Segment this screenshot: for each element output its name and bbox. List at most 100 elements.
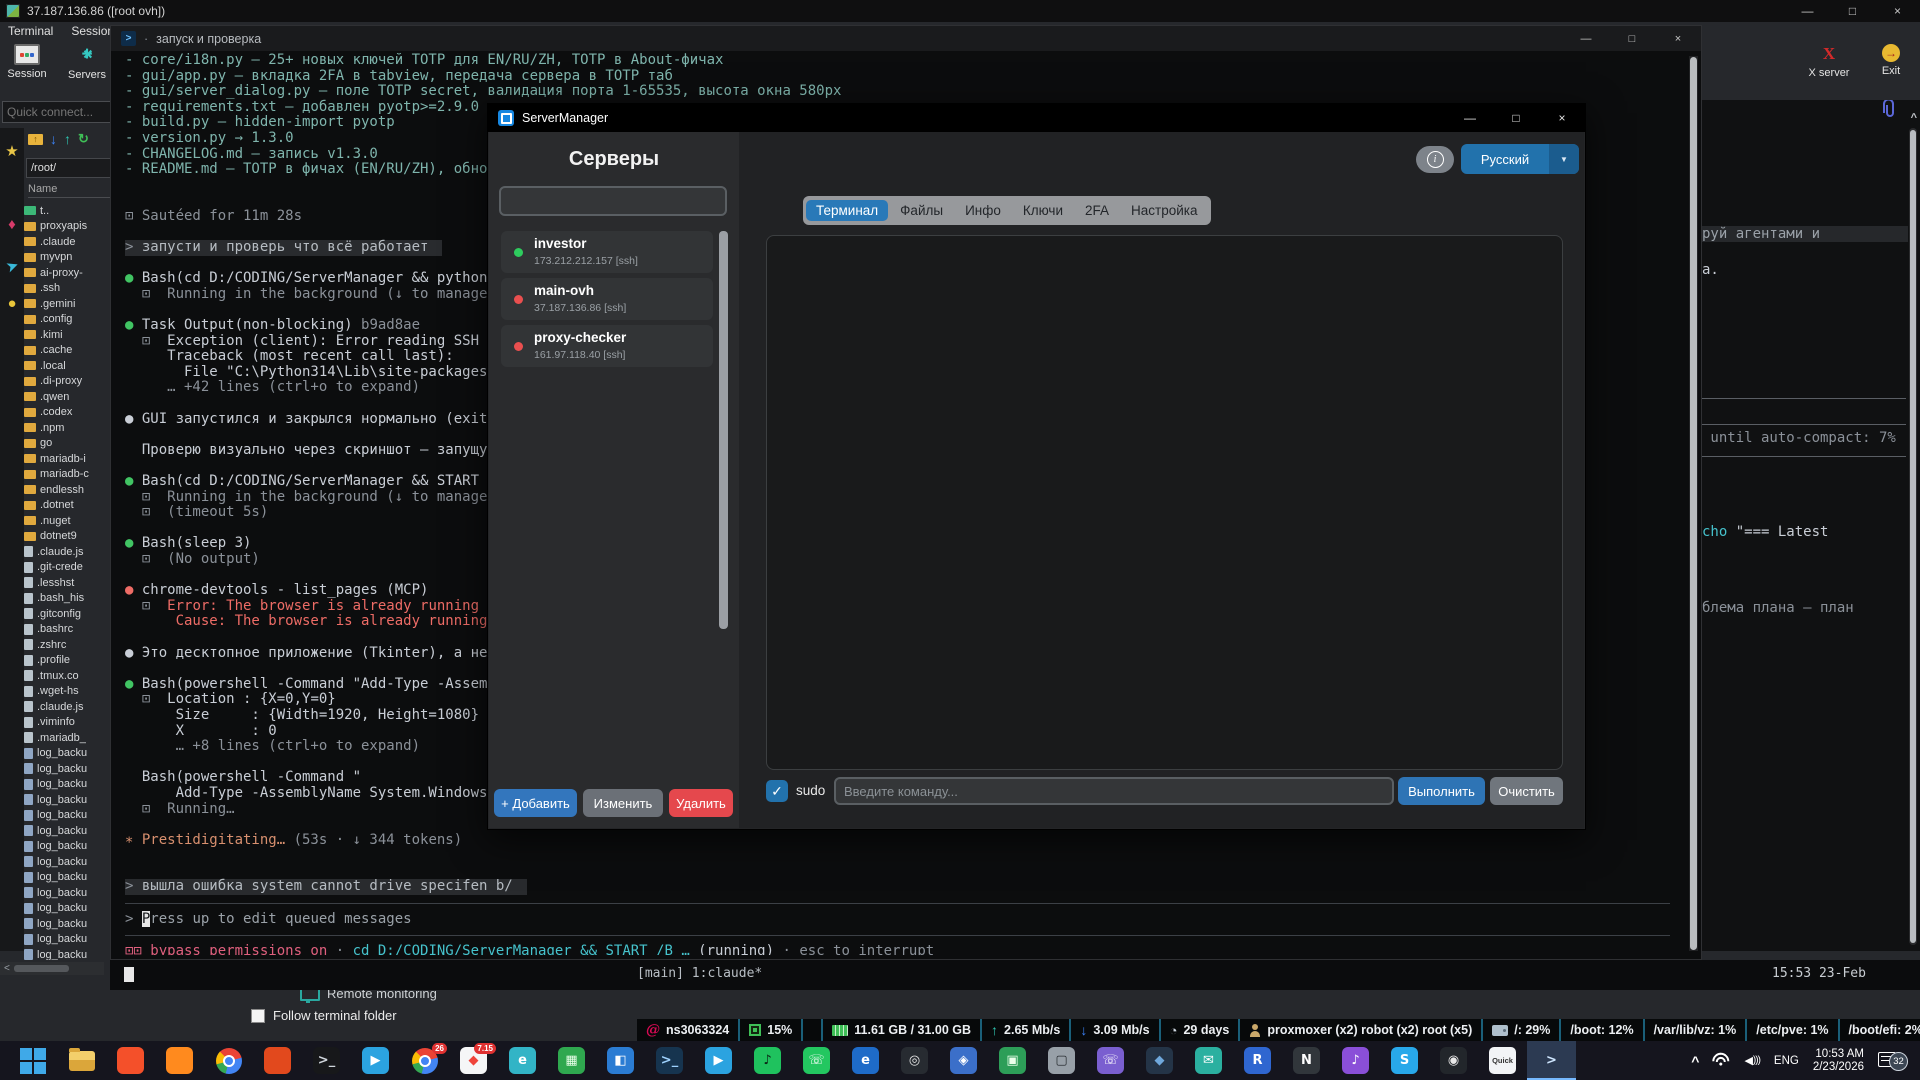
file-row[interactable]: .viminfo xyxy=(24,715,120,731)
taskbar-icon-viber[interactable]: ☏ xyxy=(1086,1041,1135,1080)
file-row[interactable]: .codex xyxy=(24,405,120,421)
tray-clock[interactable]: 10:53 AM 2/23/2026 xyxy=(1813,1048,1864,1074)
star-icon[interactable]: ★ xyxy=(5,142,18,160)
file-row[interactable]: .bash_his xyxy=(24,591,120,607)
refresh-icon[interactable]: ↻ xyxy=(78,131,89,147)
file-row[interactable]: log_backu xyxy=(24,823,120,839)
file-row[interactable]: .cache xyxy=(24,343,120,359)
maximize-icon[interactable]: □ xyxy=(1493,104,1539,132)
file-row[interactable]: log_backu xyxy=(24,916,120,932)
file-row[interactable]: .gitconfig xyxy=(24,606,120,622)
exit-button[interactable]: → Exit xyxy=(1866,44,1916,79)
maximize-icon[interactable]: □ xyxy=(1830,0,1875,22)
file-row[interactable]: .qwen xyxy=(24,389,120,405)
minimize-icon[interactable]: — xyxy=(1785,0,1830,22)
speaker-icon[interactable]: ◀))) xyxy=(1744,1054,1759,1067)
file-row[interactable]: .npm xyxy=(24,420,120,436)
servermanager-titlebar[interactable]: ServerManager xyxy=(488,104,1585,132)
taskbar-icon-meet[interactable]: ▣ xyxy=(988,1041,1037,1080)
server-search-input[interactable] xyxy=(499,186,727,216)
taskbar-icon-brave[interactable] xyxy=(106,1041,155,1080)
follow-terminal-folder-checkbox[interactable]: Follow terminal folder xyxy=(251,1008,397,1023)
minimize-icon[interactable]: — xyxy=(1563,26,1609,51)
close-icon[interactable]: × xyxy=(1539,104,1585,132)
file-row[interactable]: .bashrc xyxy=(24,622,120,638)
file-row[interactable]: log_backu xyxy=(24,932,120,948)
terminal-scrollbar[interactable] xyxy=(1689,56,1698,951)
file-row[interactable]: .local xyxy=(24,358,120,374)
sudo-checkbox[interactable]: ✓ xyxy=(766,780,788,802)
file-row[interactable]: log_backu xyxy=(24,854,120,870)
server-list-scrollbar[interactable] xyxy=(719,231,728,629)
terminal-scrollbar-right[interactable] xyxy=(1909,128,1917,945)
sidebar-hscrollbar[interactable]: < xyxy=(0,962,104,975)
file-row[interactable]: .ssh xyxy=(24,281,120,297)
add-server-button[interactable]: + Добавить xyxy=(494,789,577,817)
taskbar-icon-firefox[interactable] xyxy=(155,1041,204,1080)
send-icon[interactable]: ➤ xyxy=(3,255,21,276)
tab-2FA[interactable]: 2FA xyxy=(1075,200,1119,221)
name-column-header[interactable]: Name xyxy=(28,183,118,198)
tab-Файлы[interactable]: Файлы xyxy=(890,200,953,221)
file-row[interactable]: go xyxy=(24,436,120,452)
taskbar-icon-code-blue[interactable]: ◧ xyxy=(596,1041,645,1080)
tab-Инфо[interactable]: Инфо xyxy=(955,200,1011,221)
file-row[interactable]: .config xyxy=(24,312,120,328)
file-row[interactable]: t.. xyxy=(24,203,120,219)
taskbar-icon-anydesk[interactable]: ◆7.15 xyxy=(449,1041,498,1080)
file-row[interactable]: myvpn xyxy=(24,250,120,266)
notification-center[interactable]: 32 xyxy=(1878,1050,1908,1072)
close-icon[interactable]: × xyxy=(1655,26,1701,51)
scroll-left-icon[interactable]: < xyxy=(4,963,10,974)
file-row[interactable]: log_backu xyxy=(24,901,120,917)
upload-icon[interactable]: ↑ xyxy=(64,131,71,147)
taskbar-icon-whatsapp[interactable]: ☏ xyxy=(792,1041,841,1080)
language-dropdown[interactable]: Русский ▼ xyxy=(1461,144,1579,174)
taskbar-icon-telegram[interactable]: ▶ xyxy=(351,1041,400,1080)
file-row[interactable]: .di-proxy xyxy=(24,374,120,390)
file-row[interactable]: .nuget xyxy=(24,513,120,529)
taskbar-icon-chrome[interactable] xyxy=(204,1041,253,1080)
file-row[interactable]: dotnet9 xyxy=(24,529,120,545)
servers-button[interactable]: ++ Servers xyxy=(62,44,112,81)
tab-Настройка[interactable]: Настройка xyxy=(1121,200,1207,221)
server-card[interactable]: investor173.212.212.157 [ssh] xyxy=(501,231,713,273)
taskbar-icon-app-navy[interactable]: ◆ xyxy=(1135,1041,1184,1080)
taskbar-icon-music-purple[interactable]: ♪ xyxy=(1331,1041,1380,1080)
taskbar-icon-app-r[interactable]: R xyxy=(1233,1041,1282,1080)
taskbar-icon-skype[interactable]: S xyxy=(1380,1041,1429,1080)
delete-server-button[interactable]: Удалить xyxy=(669,789,733,817)
taskbar-icon-chrome-profile[interactable]: 26 xyxy=(400,1041,449,1080)
download-icon[interactable]: ↓ xyxy=(50,131,57,147)
taskbar-icon-file-explorer[interactable] xyxy=(57,1041,106,1080)
file-row[interactable]: log_backu xyxy=(24,885,120,901)
file-row[interactable]: mariadb-i xyxy=(24,451,120,467)
file-row[interactable]: .gemini xyxy=(24,296,120,312)
file-row[interactable]: log_backu xyxy=(24,792,120,808)
file-row[interactable]: .git-crede xyxy=(24,560,120,576)
taskbar-icon-edge[interactable]: e xyxy=(841,1041,890,1080)
tab-Терминал[interactable]: Терминал xyxy=(806,200,888,221)
file-row[interactable]: .claude xyxy=(24,234,120,250)
file-row[interactable]: log_backu xyxy=(24,808,120,824)
menu-terminal[interactable]: Terminal xyxy=(8,24,53,38)
file-row[interactable]: ai-proxy- xyxy=(24,265,120,281)
file-row[interactable]: .profile xyxy=(24,653,120,669)
file-row[interactable]: log_backu xyxy=(24,777,120,793)
taskbar-icon-chat-teal[interactable]: ✉ xyxy=(1184,1041,1233,1080)
taskbar-icon-github[interactable]: ◉ xyxy=(1429,1041,1478,1080)
taskbar-icon-quick-share[interactable]: Quick xyxy=(1478,1041,1527,1080)
run-button[interactable]: Выполнить xyxy=(1398,777,1485,805)
file-row[interactable]: .mariadb_ xyxy=(24,730,120,746)
file-row[interactable]: .claude.js xyxy=(24,699,120,715)
file-row[interactable]: log_backu xyxy=(24,746,120,762)
taskbar-icon-remote-desktop[interactable]: ▦ xyxy=(547,1041,596,1080)
taskbar-icon-edge-teal[interactable]: e xyxy=(498,1041,547,1080)
info-button[interactable]: i xyxy=(1416,146,1454,173)
file-row[interactable]: log_backu xyxy=(24,947,120,960)
server-card[interactable]: main-ovh37.187.136.86 [ssh] xyxy=(501,278,713,320)
file-row[interactable]: log_backu xyxy=(24,870,120,886)
file-row[interactable]: log_backu xyxy=(24,761,120,777)
session-button[interactable]: Session xyxy=(2,44,52,81)
taskbar-icon-mobaxterm-active[interactable]: > xyxy=(1527,1041,1576,1080)
